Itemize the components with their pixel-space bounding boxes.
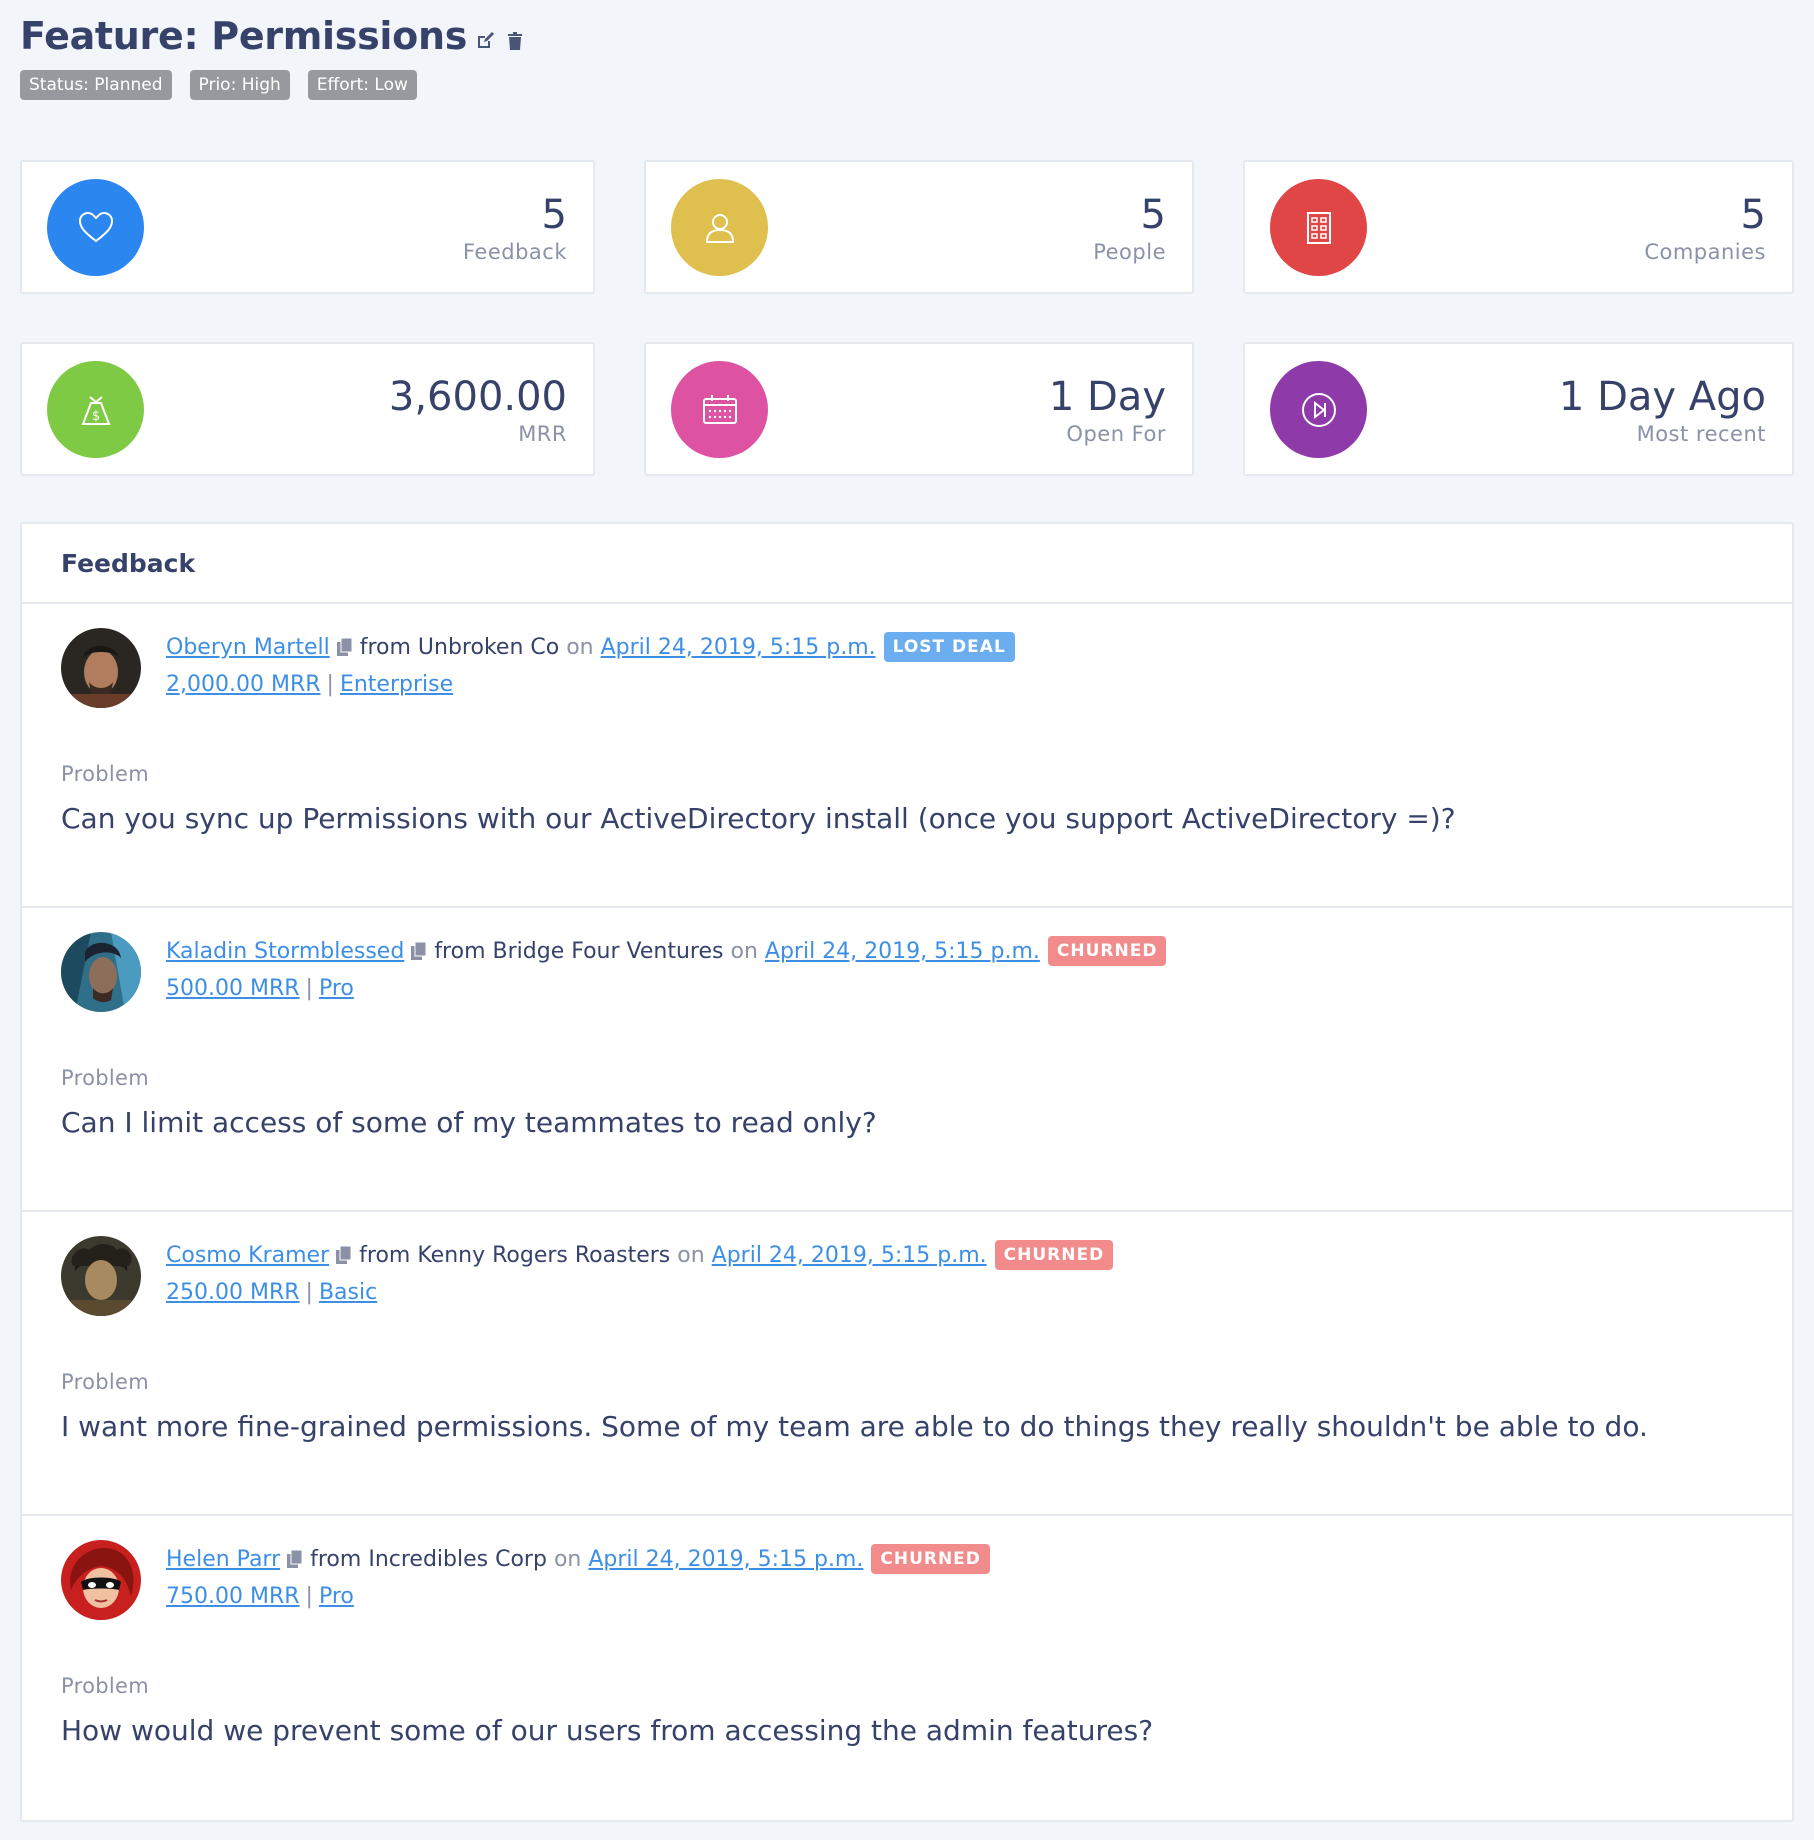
feedback-label: Feedback xyxy=(462,240,567,264)
on-text: on xyxy=(730,938,758,964)
effort-badge: Effort: Low xyxy=(307,70,417,100)
on-text: on xyxy=(677,1242,705,1268)
date-link[interactable]: April 24, 2019, 5:15 p.m. xyxy=(588,1547,863,1572)
status-badge: LOST DEAL xyxy=(883,632,1015,662)
problem-text: Can you sync up Permissions with our Act… xyxy=(61,802,1456,835)
feedback-entry: Kaladin Stormblessed from Bridge Four Ve… xyxy=(22,908,1792,1212)
avatar xyxy=(61,1540,141,1620)
on-text: on xyxy=(553,1546,582,1572)
avatar xyxy=(61,932,141,1012)
company-name: Incredibles Corp xyxy=(368,1546,547,1572)
plan-link[interactable]: Pro xyxy=(319,976,354,1001)
feedback-panel: Feedback Oberyn Martell from Unbroken Co… xyxy=(20,522,1794,1822)
problem-label: Problem xyxy=(61,1674,149,1698)
mrr-link[interactable]: 2,000.00 MRR xyxy=(166,672,321,697)
calendar-icon xyxy=(671,361,768,458)
date-link[interactable]: April 24, 2019, 5:15 p.m. xyxy=(601,635,876,660)
stat-card-most-recent: 1 Day Ago Most recent xyxy=(1243,342,1794,476)
feedback-entry: Oberyn Martell from Unbroken Co on April… xyxy=(22,604,1792,908)
plan-link[interactable]: Basic xyxy=(319,1280,377,1305)
feedback-count: 5 xyxy=(541,192,567,238)
mrr-link[interactable]: 750.00 MRR xyxy=(166,1584,300,1609)
stat-card-companies: 5 Companies xyxy=(1243,160,1794,294)
avatar xyxy=(61,628,141,708)
priority-badge: Prio: High xyxy=(189,70,290,100)
problem-label: Problem xyxy=(61,1370,149,1394)
feedback-meta: Oberyn Martell from Unbroken Co on April… xyxy=(166,632,1015,662)
person-link[interactable]: Cosmo Kramer xyxy=(166,1243,329,1268)
play-icon xyxy=(1270,361,1367,458)
feedback-entry: Helen Parr from Incredibles Corp on Apri… xyxy=(22,1516,1792,1820)
page-title: Feature: Permissions xyxy=(20,14,468,58)
account-info: 250.00 MRR | Basic xyxy=(166,1280,378,1305)
mrr-value: 3,600.00 xyxy=(388,374,567,420)
date-link[interactable]: April 24, 2019, 5:15 p.m. xyxy=(765,939,1040,964)
trash-icon[interactable] xyxy=(503,29,527,53)
title-row: Feature: Permissions xyxy=(20,14,527,58)
person-link[interactable]: Oberyn Martell xyxy=(166,635,330,660)
heart-icon xyxy=(47,179,144,276)
status-badge: CHURNED xyxy=(1047,936,1167,966)
plan-link[interactable]: Enterprise xyxy=(340,672,453,697)
open-for-value: 1 Day xyxy=(1048,374,1166,420)
svg-text:$: $ xyxy=(91,409,99,424)
person-link[interactable]: Kaladin Stormblessed xyxy=(166,939,404,964)
status-badge: CHURNED xyxy=(871,1544,990,1574)
from-text: from xyxy=(359,634,411,660)
mrr-link[interactable]: 250.00 MRR xyxy=(166,1280,300,1305)
from-text: from xyxy=(434,938,486,964)
status-badge: CHURNED xyxy=(994,1240,1114,1270)
edit-icon[interactable] xyxy=(473,29,497,53)
problem-label: Problem xyxy=(61,1066,149,1090)
feature-badges: Status: Planned Prio: High Effort: Low xyxy=(20,70,417,100)
most-recent-label: Most recent xyxy=(1636,422,1766,446)
copy-icon[interactable] xyxy=(336,637,354,657)
feedback-panel-title: Feedback xyxy=(61,548,196,578)
feedback-panel-header: Feedback xyxy=(22,524,1792,604)
on-text: on xyxy=(566,634,594,660)
stat-card-feedback: 5 Feedback xyxy=(20,160,595,294)
feature-page: Feature: Permissions Status: Planned Pri… xyxy=(0,0,1814,1840)
companies-count: 5 xyxy=(1740,192,1766,238)
stat-card-mrr: $ 3,600.00 MRR xyxy=(20,342,595,476)
account-info: 2,000.00 MRR | Enterprise xyxy=(166,672,454,697)
account-info: 750.00 MRR | Pro xyxy=(166,1584,354,1609)
feedback-meta: Kaladin Stormblessed from Bridge Four Ve… xyxy=(166,936,1167,966)
problem-text: Can I limit access of some of my teammat… xyxy=(61,1106,877,1139)
status-badge: Status: Planned xyxy=(20,70,172,100)
account-info: 500.00 MRR | Pro xyxy=(166,976,354,1001)
stat-card-open-for: 1 Day Open For xyxy=(644,342,1194,476)
company-name: Kenny Rogers Roasters xyxy=(417,1242,671,1268)
user-icon xyxy=(671,179,768,276)
company-name: Unbroken Co xyxy=(417,634,560,660)
problem-text: I want more fine-grained permissions. So… xyxy=(61,1410,1648,1443)
mrr-link[interactable]: 500.00 MRR xyxy=(166,976,300,1001)
people-count: 5 xyxy=(1140,192,1166,238)
avatar xyxy=(61,1236,141,1316)
money-bag-icon: $ xyxy=(47,361,144,458)
copy-icon[interactable] xyxy=(335,1245,353,1265)
from-text: from xyxy=(359,1242,411,1268)
mrr-label: MRR xyxy=(518,422,567,446)
person-link[interactable]: Helen Parr xyxy=(166,1547,280,1572)
problem-label: Problem xyxy=(61,762,149,786)
feedback-entry: Cosmo Kramer from Kenny Rogers Roasters … xyxy=(22,1212,1792,1516)
date-link[interactable]: April 24, 2019, 5:15 p.m. xyxy=(712,1243,987,1268)
plan-link[interactable]: Pro xyxy=(319,1584,354,1609)
stat-card-people: 5 People xyxy=(644,160,1194,294)
copy-icon[interactable] xyxy=(410,941,428,961)
company-name: Bridge Four Ventures xyxy=(492,938,724,964)
problem-text: How would we prevent some of our users f… xyxy=(61,1714,1154,1747)
companies-label: Companies xyxy=(1644,240,1766,264)
open-for-label: Open For xyxy=(1066,422,1166,446)
feedback-meta: Cosmo Kramer from Kenny Rogers Roasters … xyxy=(166,1240,1114,1270)
feedback-meta: Helen Parr from Incredibles Corp on Apri… xyxy=(166,1544,990,1574)
copy-icon[interactable] xyxy=(286,1549,304,1569)
building-icon xyxy=(1270,179,1367,276)
most-recent-value: 1 Day Ago xyxy=(1558,374,1766,420)
people-label: People xyxy=(1093,240,1166,264)
from-text: from xyxy=(310,1546,362,1572)
